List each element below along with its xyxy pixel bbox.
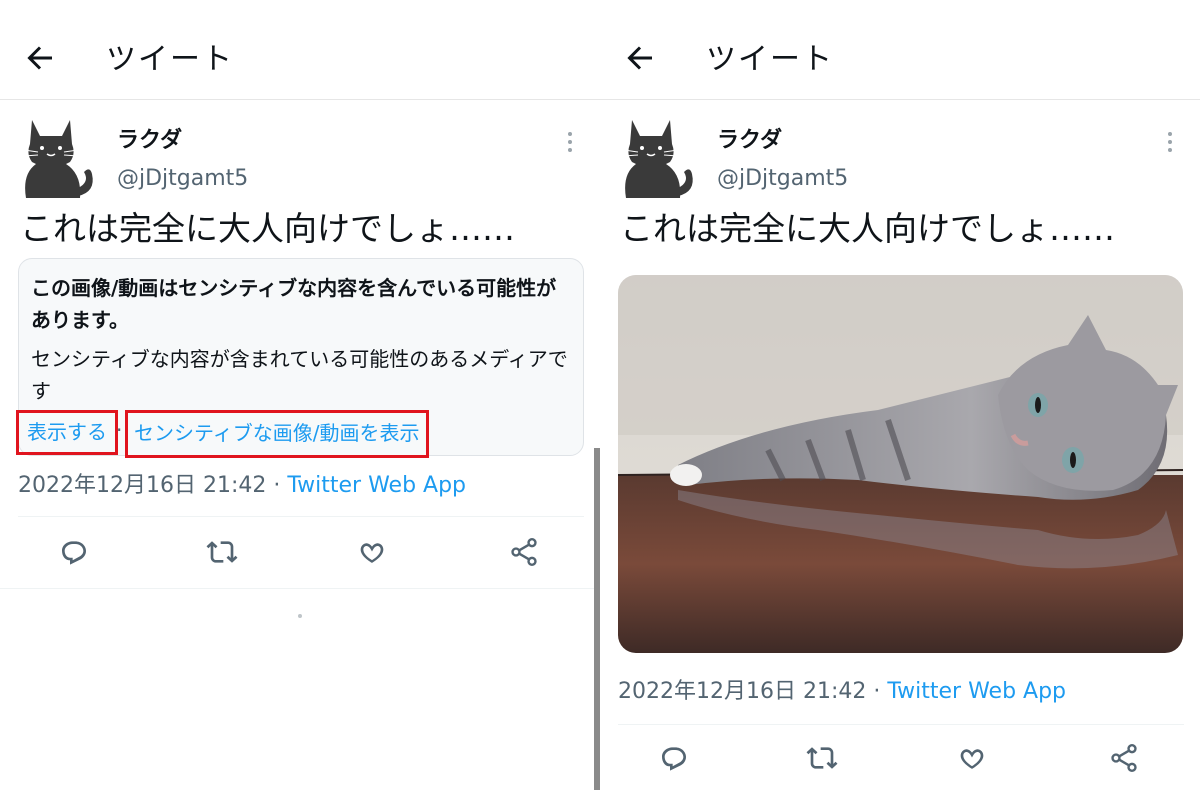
back-button[interactable] — [22, 40, 62, 80]
show-media-link[interactable]: 表示する — [16, 410, 118, 455]
link-separator: · — [116, 418, 123, 442]
left-panel: ツイート ラクダ @jDjtgamt5 これは完全に大人向けでしょ…… この画像… — [0, 0, 600, 790]
reply-button[interactable] — [658, 742, 694, 778]
share-icon — [1111, 744, 1137, 772]
right-panel: ツイート ラクダ @jDjtgamt5 これは完全に大人向けでしょ…… 2022… — [600, 0, 1200, 790]
back-button[interactable] — [622, 40, 662, 80]
more-vertical-icon — [1168, 132, 1172, 152]
cat-avatar-icon — [623, 120, 693, 198]
user-handle[interactable]: @jDjtgamt5 — [717, 162, 848, 196]
warning-description: センシティブな内容が含まれている可能性のあるメディアです — [31, 347, 568, 403]
reply-icon — [62, 541, 86, 565]
more-button[interactable] — [556, 128, 584, 156]
tweet-media-image[interactable] — [618, 275, 1183, 653]
share-icon — [511, 538, 537, 566]
tweet-source-app[interactable]: Twitter Web App — [887, 679, 1066, 704]
divider — [0, 588, 600, 589]
tweet-text: これは完全に大人向けでしょ…… — [620, 209, 1115, 248]
tweet-timestamp[interactable]: 2022年12月16日 21:42 · — [618, 679, 887, 704]
share-button[interactable] — [508, 536, 544, 572]
warning-title: この画像/動画はセンシティブな内容を含んでいる可能性があります。 — [31, 276, 557, 332]
like-icon — [960, 749, 984, 769]
retweet-icon — [806, 747, 838, 769]
tweet-source-app[interactable]: Twitter Web App — [287, 473, 466, 498]
retweet-button[interactable] — [206, 536, 242, 572]
retweet-icon — [206, 541, 238, 563]
like-icon — [360, 543, 384, 563]
reply-icon — [662, 747, 686, 771]
more-button[interactable] — [1156, 128, 1184, 156]
tweet-timestamp[interactable]: 2022年12月16日 21:42 · — [18, 473, 287, 498]
share-button[interactable] — [1108, 742, 1144, 778]
divider — [618, 724, 1184, 725]
back-arrow-icon — [627, 46, 652, 70]
user-name[interactable]: ラクダ — [717, 124, 782, 158]
like-button[interactable] — [956, 742, 992, 778]
cat-avatar-icon — [23, 120, 93, 198]
header: ツイート — [0, 0, 600, 100]
user-name[interactable]: ラクダ — [117, 124, 182, 158]
user-handle[interactable]: @jDjtgamt5 — [117, 162, 248, 196]
divider — [18, 516, 584, 517]
tweet-text: これは完全に大人向けでしょ…… — [20, 209, 515, 248]
back-arrow-icon — [27, 46, 52, 70]
header: ツイート — [600, 0, 1200, 100]
tweet-meta: 2022年12月16日 21:42 · Twitter Web App — [18, 470, 466, 502]
page-title: ツイート — [706, 42, 834, 77]
show-sensitive-media-link[interactable]: センシティブな画像/動画を表示 — [125, 410, 429, 458]
tweet-meta: 2022年12月16日 21:42 · Twitter Web App — [618, 676, 1066, 708]
retweet-button[interactable] — [806, 742, 842, 778]
cat-photo — [618, 275, 1183, 653]
avatar[interactable] — [18, 114, 98, 204]
more-vertical-icon — [568, 132, 572, 152]
avatar[interactable] — [618, 114, 698, 204]
scrollbar[interactable] — [594, 448, 600, 790]
like-button[interactable] — [356, 536, 392, 572]
page-title: ツイート — [106, 42, 234, 77]
reply-button[interactable] — [58, 536, 94, 572]
loading-indicator — [298, 614, 302, 618]
